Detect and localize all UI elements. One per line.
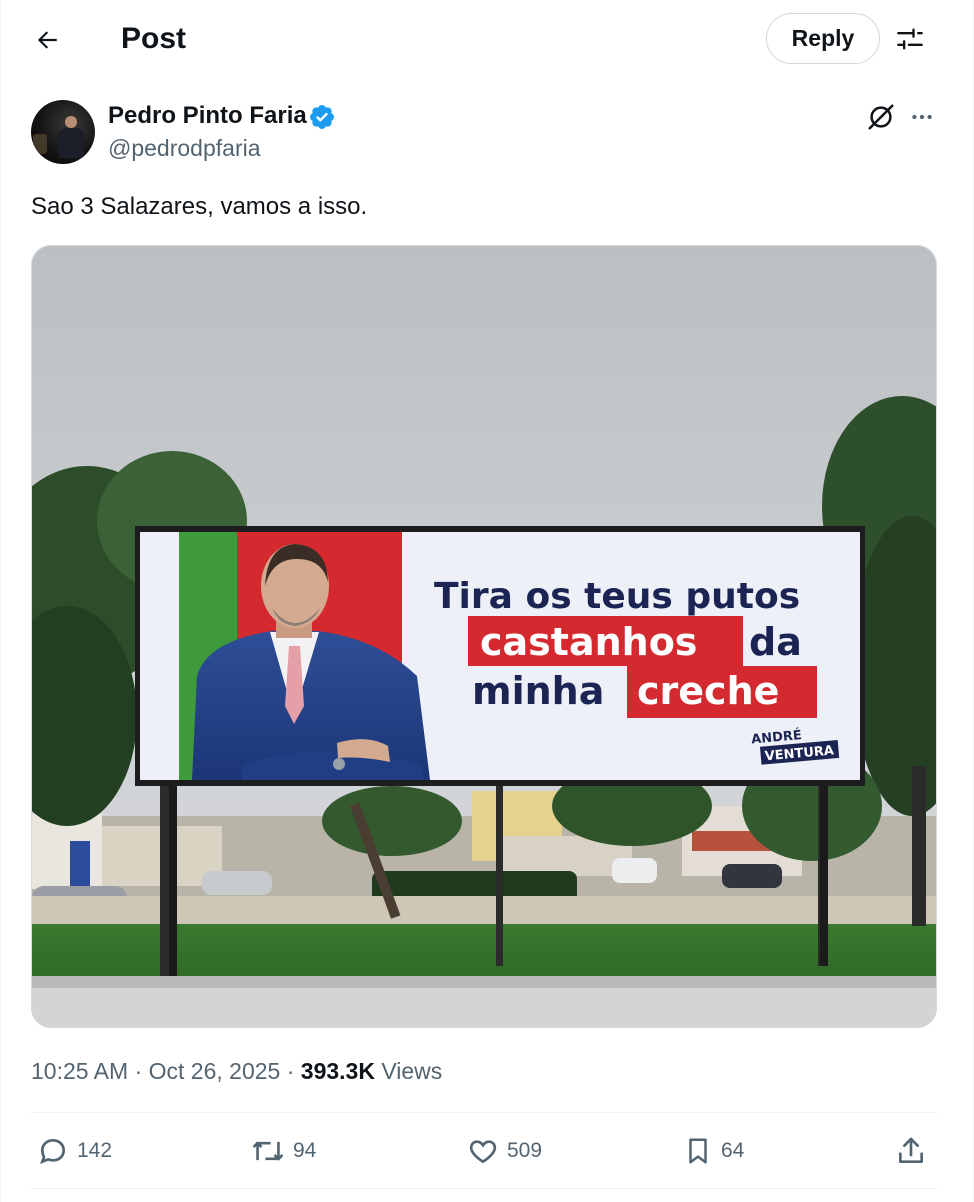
verified-badge-icon: [310, 105, 334, 129]
post-image[interactable]: Tira os teus putos castanhos da minha cr…: [31, 245, 937, 1028]
reply-button[interactable]: Reply: [766, 13, 880, 64]
post-page: Post Reply Pedro Pinto Faria @pedrodpfar…: [0, 0, 974, 1202]
share-icon: [899, 1137, 923, 1163]
billboard-photo: Tira os teus putos castanhos da minha cr…: [32, 246, 936, 1027]
post-meta: 10:25 AM · Oct 26, 2025 · 393.3K Views: [31, 1055, 442, 1087]
settings-button[interactable]: [891, 20, 929, 58]
post-time[interactable]: 10:25 AM: [31, 1058, 128, 1084]
more-options-button[interactable]: [905, 100, 939, 134]
billboard-line1: Tira os teus putos: [434, 576, 800, 617]
billboard-line2-highlight: castanhos: [480, 620, 697, 664]
repost-count: 94: [293, 1139, 317, 1162]
views-label: Views: [381, 1058, 443, 1084]
views-count[interactable]: 393.3K: [301, 1058, 375, 1084]
repost-action[interactable]: 94: [251, 1130, 316, 1172]
divider-bottom: [31, 1188, 937, 1189]
page-title: Post: [121, 22, 187, 55]
avatar[interactable]: [31, 100, 95, 164]
divider: [31, 1112, 937, 1113]
post-date[interactable]: Oct 26, 2025: [149, 1058, 281, 1084]
settings-sliders-icon: [897, 28, 923, 50]
grok-button[interactable]: [863, 100, 899, 134]
like-action[interactable]: 509: [467, 1130, 542, 1172]
more-dots-icon: [912, 114, 932, 120]
back-button[interactable]: [27, 20, 67, 60]
meta-separator: ·: [134, 1058, 143, 1084]
reply-icon: [40, 1138, 66, 1164]
reply-count: 142: [77, 1139, 113, 1162]
bookmark-icon: [689, 1138, 707, 1164]
meta-separator-2: ·: [286, 1058, 295, 1084]
post-text: Sao 3 Salazares, vamos a isso.: [31, 193, 368, 220]
grok-icon: [868, 104, 894, 130]
reply-action[interactable]: 142: [37, 1130, 112, 1172]
share-action[interactable]: [895, 1130, 927, 1172]
bookmark-action[interactable]: 64: [683, 1130, 744, 1172]
back-arrow-icon: [37, 31, 57, 49]
billboard-line3-highlight: creche: [637, 669, 779, 713]
top-bar: Post Reply: [1, 0, 974, 78]
billboard-line2-rest: da: [749, 620, 802, 664]
bookmark-count: 64: [721, 1139, 745, 1162]
like-count: 509: [507, 1139, 543, 1162]
author-name[interactable]: Pedro Pinto Faria: [108, 101, 307, 131]
billboard-line3-plain: minha: [472, 669, 604, 713]
repost-icon: [252, 1141, 284, 1161]
like-icon: [469, 1140, 497, 1164]
author-handle[interactable]: @pedrodpfaria: [108, 133, 261, 163]
